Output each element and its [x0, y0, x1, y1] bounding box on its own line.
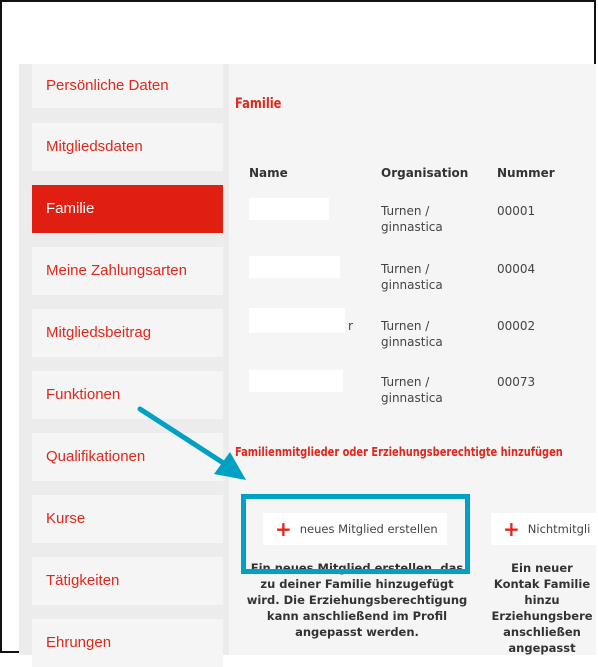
non-member-description: Ein neuer Kontak Familie hinzu Erziehung…	[490, 560, 596, 656]
redacted-name	[249, 256, 340, 278]
organisation-cell: Turnen / ginnastica	[381, 262, 443, 292]
column-header-organisation: Organisation	[381, 166, 469, 180]
sidebar-item-funktionen[interactable]: Funktionen	[32, 371, 223, 419]
non-member-description-text: Ein neuer Kontak Familie hinzu Erziehung…	[491, 561, 593, 655]
nummer-cell: 00002	[497, 319, 536, 333]
sidebar-item-qualifikationen[interactable]: Qualifikationen	[32, 433, 223, 481]
sidebar-item-persoenliche-daten[interactable]: Persönliche Daten	[32, 64, 223, 108]
non-member-button-label: Nichtmitgli	[527, 522, 591, 536]
sidebar-item-zahlungsarten[interactable]: Meine Zahlungsarten	[32, 247, 223, 295]
page-title: Familie	[235, 96, 282, 112]
column-header-name: Name	[249, 166, 288, 180]
nummer-cell: 00001	[497, 204, 536, 218]
nummer-cell: 00004	[497, 262, 536, 276]
highlight-box	[241, 494, 470, 574]
sidebar-item-ehrungen[interactable]: Ehrungen	[32, 619, 223, 667]
redacted-name	[249, 308, 345, 333]
sidebar-item-taetigkeiten[interactable]: Tätigkeiten	[32, 557, 223, 605]
nummer-cell: 00073	[497, 375, 536, 389]
redacted-name	[249, 370, 343, 392]
add-family-members-title: Familienmitglieder oder Erziehungsberech…	[235, 445, 563, 459]
organisation-cell: Turnen / ginnastica	[381, 204, 443, 234]
sidebar: Persönliche Daten Mitgliedsdaten Familie…	[19, 64, 229, 667]
sidebar-item-kurse[interactable]: Kurse	[32, 495, 223, 543]
sidebar-item-mitgliedsbeitrag[interactable]: Mitgliedsbeitrag	[32, 309, 223, 357]
column-header-nummer: Nummer	[497, 166, 555, 180]
sidebar-item-familie[interactable]: Familie	[32, 185, 223, 233]
redacted-name	[249, 198, 329, 220]
non-member-button[interactable]: + Nichtmitgli	[491, 513, 598, 545]
organisation-cell: Turnen / ginnastica	[381, 319, 443, 349]
organisation-cell: Turnen / ginnastica	[381, 375, 443, 405]
name-suffix: r	[348, 319, 353, 333]
plus-icon: +	[503, 517, 520, 541]
sidebar-item-mitgliedsdaten[interactable]: Mitgliedsdaten	[32, 123, 223, 171]
